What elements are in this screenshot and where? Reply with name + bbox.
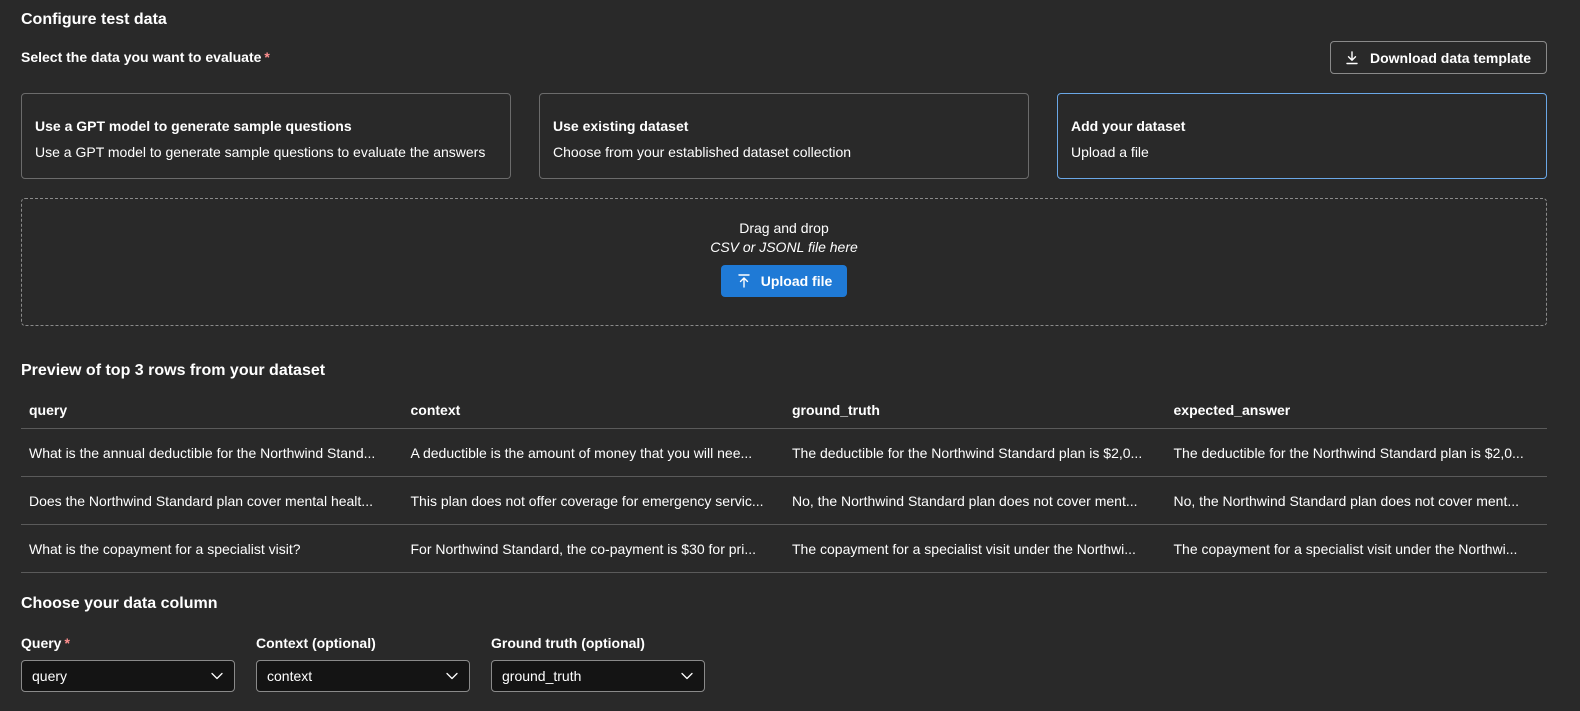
context-field: Context (optional) context <box>256 634 470 692</box>
column-header: ground_truth <box>784 392 1166 429</box>
context-dropdown[interactable]: context <box>256 660 470 692</box>
required-mark: * <box>64 635 70 651</box>
query-field: Query * query <box>21 634 235 692</box>
dropzone-hint: CSV or JSONL file here <box>710 239 858 255</box>
column-header: query <box>21 392 403 429</box>
table-cell: No, the Northwind Standard plan does not… <box>1165 476 1547 525</box>
option-title: Use existing dataset <box>553 118 689 134</box>
download-template-button[interactable]: Download data template <box>1330 41 1547 74</box>
option-description: Choose from your established dataset col… <box>553 144 852 160</box>
table-cell: No, the Northwind Standard plan does not… <box>784 476 1166 525</box>
table-cell: This plan does not offer coverage for em… <box>402 476 784 525</box>
table-row: What is the annual deductible for the No… <box>21 428 1547 477</box>
table-row: What is the copayment for a specialist v… <box>21 524 1547 573</box>
context-label: Context (optional) <box>256 635 376 651</box>
table-cell: A deductible is the amount of money that… <box>402 428 784 477</box>
upload-file-button[interactable]: Upload file <box>721 265 847 297</box>
query-label-text: Query <box>21 635 62 651</box>
ground-truth-dropdown[interactable]: ground_truth <box>491 660 705 692</box>
option-existing-dataset[interactable]: Use existing dataset Choose from your es… <box>539 93 1029 179</box>
page-title: Configure test data <box>21 11 167 28</box>
option-title: Use a GPT model to generate sample quest… <box>35 118 352 134</box>
table-cell: The deductible for the Northwind Standar… <box>1165 428 1547 477</box>
data-source-options: Use a GPT model to generate sample quest… <box>21 93 1547 179</box>
option-description: Upload a file <box>1071 144 1149 160</box>
query-label: Query * <box>21 634 235 652</box>
option-generate-gpt[interactable]: Use a GPT model to generate sample quest… <box>21 93 511 179</box>
choose-column-title: Choose your data column <box>21 595 218 612</box>
select-data-label-text: Select the data you want to evaluate <box>21 49 262 65</box>
table-cell: What is the annual deductible for the No… <box>21 428 403 477</box>
upload-icon <box>736 273 752 289</box>
option-description: Use a GPT model to generate sample quest… <box>35 144 486 160</box>
option-title: Add your dataset <box>1071 118 1186 134</box>
option-add-dataset[interactable]: Add your dataset Upload a file <box>1057 93 1547 179</box>
column-header: context <box>402 392 784 429</box>
download-icon <box>1344 50 1360 66</box>
dropzone-heading: Drag and drop <box>739 220 829 236</box>
chevron-down-icon <box>210 669 224 683</box>
table-cell: The copayment for a specialist visit und… <box>1165 524 1547 573</box>
table-row: Does the Northwind Standard plan cover m… <box>21 476 1547 525</box>
select-data-label: Select the data you want to evaluate * <box>21 49 270 65</box>
query-dropdown-value: query <box>32 668 68 684</box>
ground-truth-field: Ground truth (optional) ground_truth <box>491 634 705 692</box>
preview-title: Preview of top 3 rows from your dataset <box>21 362 326 379</box>
column-header: expected_answer <box>1165 392 1547 429</box>
file-dropzone[interactable]: Drag and drop CSV or JSONL file here Upl… <box>21 198 1547 326</box>
table-cell: For Northwind Standard, the co-payment i… <box>402 524 784 573</box>
ground-truth-dropdown-value: ground_truth <box>502 668 582 684</box>
dataset-preview-table: query context ground_truth expected_answ… <box>21 392 1547 573</box>
upload-file-label: Upload file <box>760 273 833 289</box>
query-dropdown[interactable]: query <box>21 660 235 692</box>
table-cell: Does the Northwind Standard plan cover m… <box>21 476 403 525</box>
context-dropdown-value: context <box>267 668 313 684</box>
table-cell: The deductible for the Northwind Standar… <box>784 428 1166 477</box>
download-template-label: Download data template <box>1370 49 1532 66</box>
ground-truth-label: Ground truth (optional) <box>491 635 645 651</box>
table-cell: The copayment for a specialist visit und… <box>784 524 1166 573</box>
required-mark: * <box>264 49 270 65</box>
table-cell: What is the copayment for a specialist v… <box>21 524 403 573</box>
chevron-down-icon <box>680 669 694 683</box>
chevron-down-icon <box>445 669 459 683</box>
table-header-row: query context ground_truth expected_answ… <box>21 392 1547 429</box>
